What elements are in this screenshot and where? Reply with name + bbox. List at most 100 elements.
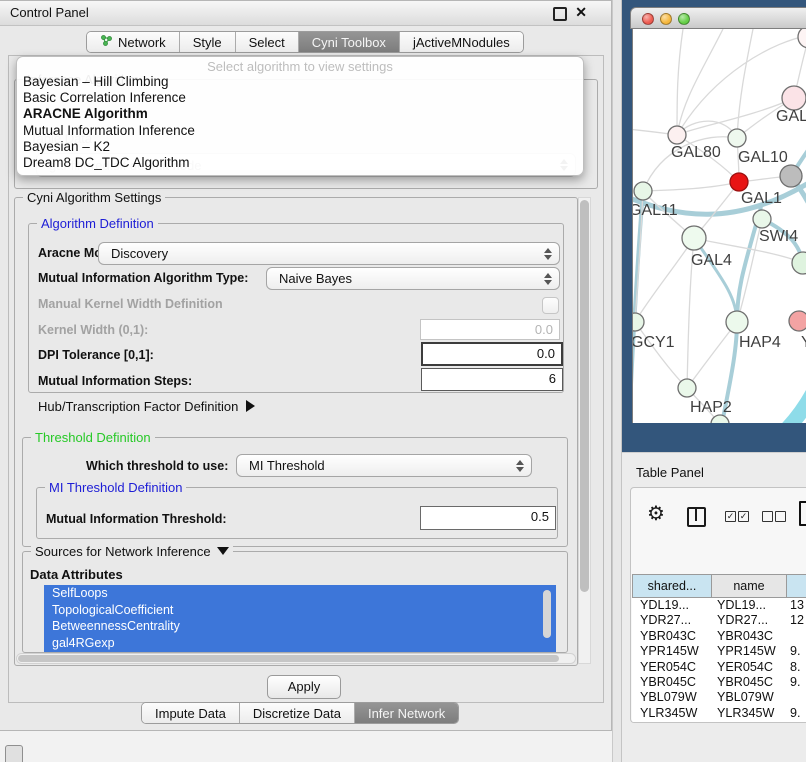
close-panel-icon[interactable]: ✕ (575, 4, 587, 21)
network-node-gal4[interactable] (682, 226, 706, 250)
table-cell[interactable]: YPR145W (632, 644, 712, 659)
network-canvas[interactable]: GALGAL80GAL10GAL1GAL11SWI4GAL4GCY1HAP4YH… (632, 29, 806, 423)
network-node[interactable] (792, 252, 806, 274)
network-node-gal11[interactable] (634, 182, 652, 200)
table-row[interactable]: YDR27...YDR27...12 (632, 613, 806, 628)
network-node-swi4[interactable] (753, 210, 771, 228)
column-header-2[interactable] (787, 574, 806, 598)
tab-style[interactable]: Style (180, 32, 236, 52)
table-row[interactable]: YLR345WYLR345W9. (632, 706, 806, 721)
network-graph[interactable]: GALGAL80GAL10GAL1GAL11SWI4GAL4GCY1HAP4YH… (633, 29, 806, 423)
algorithm-option-dream8-dc-tdc-algorithm[interactable]: Dream8 DC_TDC Algorithm (17, 155, 583, 171)
table-cell[interactable]: 9. (787, 644, 806, 659)
float-panel-icon[interactable] (553, 7, 567, 21)
table-cell[interactable] (787, 629, 806, 644)
network-node-gal1[interactable] (730, 173, 748, 191)
deselect-all-checkboxes-icon[interactable] (762, 511, 773, 522)
mi-threshold-field[interactable]: 0.5 (420, 506, 556, 530)
mi-steps-field[interactable]: 6 (421, 368, 563, 391)
table-cell[interactable]: YDL19... (712, 598, 787, 613)
dpi-tolerance-field[interactable]: 0.0 (421, 342, 563, 366)
table-cell[interactable]: 8. (787, 660, 806, 675)
algorithm-option-bayesian-k2[interactable]: Bayesian – K2 (17, 139, 583, 155)
settings-gear-icon[interactable]: ⚙ (647, 504, 665, 524)
table-cell[interactable]: YBR045C (632, 675, 712, 690)
attribute-item-selfloops[interactable]: SelfLoops (44, 585, 556, 602)
network-node[interactable] (780, 165, 802, 187)
network-node-gal10[interactable] (728, 129, 746, 147)
mi-algorithm-type-combo[interactable]: Naive Bayes (266, 267, 560, 290)
tab-infer-network[interactable]: Infer Network (355, 703, 458, 723)
column-header-shared[interactable]: shared... (632, 574, 712, 598)
scrollbar-thumb[interactable] (18, 655, 559, 662)
hub-definition-toggle[interactable]: Hub/Transcription Factor Definition (38, 399, 255, 414)
network-edge[interactable] (677, 29, 723, 135)
tab-jactivemnodules[interactable]: jActiveMNodules (400, 32, 523, 52)
table-row[interactable]: YDL19...YDL19...13 (632, 598, 806, 613)
aracne-mode-combo[interactable]: Discovery (98, 242, 560, 265)
table-row[interactable]: YER054CYER054C8. (632, 660, 806, 675)
network-window-titlebar[interactable] (630, 7, 806, 29)
tab-select[interactable]: Select (236, 32, 299, 52)
column-selector-icon[interactable] (687, 507, 706, 527)
tab-impute-data[interactable]: Impute Data (142, 703, 240, 723)
table-cell[interactable]: 13 (787, 598, 806, 613)
table-row[interactable]: YPR145WYPR145W9. (632, 644, 806, 659)
network-edge[interactable] (783, 381, 806, 423)
attribute-item-topologicalcoefficient[interactable]: TopologicalCoefficient (44, 602, 556, 619)
scrollbar-thumb[interactable] (580, 200, 589, 592)
table-cell[interactable]: YIL052C (632, 721, 712, 723)
export-table-icon[interactable] (799, 501, 806, 526)
table-cell[interactable]: YPR145W (712, 644, 787, 659)
table-cell[interactable]: YLR345W (712, 706, 787, 721)
table-cell[interactable]: 9. (787, 675, 806, 690)
settings-horizontal-scrollbar[interactable] (16, 653, 576, 664)
tab-cyni-toolbox[interactable]: Cyni Toolbox (299, 32, 400, 52)
select-all-checkboxes-icon[interactable]: ✓ (725, 511, 736, 522)
network-node-gal80[interactable] (668, 126, 686, 144)
network-node-hap4[interactable] (726, 311, 748, 333)
tab-network[interactable]: Network (87, 32, 180, 52)
network-node-gcy1[interactable] (633, 313, 644, 331)
table-cell[interactable]: YER054C (632, 660, 712, 675)
data-attributes-list[interactable]: SelfLoopsTopologicalCoefficientBetweenne… (44, 585, 556, 652)
attributes-scrollbar[interactable] (543, 590, 551, 638)
attribute-item-gal4rgexp[interactable]: gal4RGexp (44, 635, 556, 652)
algorithm-option-aracne-algorithm[interactable]: ARACNE Algorithm (17, 106, 583, 122)
table-cell[interactable]: 12 (787, 613, 806, 628)
table-cell[interactable]: YDL19... (632, 598, 712, 613)
table-cell[interactable]: YDR27... (712, 613, 787, 628)
apply-button[interactable]: Apply (267, 675, 341, 699)
tab-discretize-data[interactable]: Discretize Data (240, 703, 355, 723)
algorithm-option-bayesian-hill-climbing[interactable]: Bayesian – Hill Climbing (17, 74, 583, 90)
table-cell[interactable]: YBR043C (632, 629, 712, 644)
network-edge[interactable] (635, 322, 687, 388)
column-header-name[interactable]: name (712, 574, 787, 598)
panel-divider[interactable] (612, 0, 622, 762)
sources-toggle[interactable]: Sources for Network Inference (31, 544, 233, 559)
network-node[interactable] (798, 29, 806, 48)
network-edge[interactable] (643, 182, 739, 191)
settings-vertical-scrollbar[interactable] (578, 197, 591, 664)
network-edge[interactable] (694, 238, 737, 322)
deselect-all-checkboxes-icon[interactable] (775, 511, 786, 522)
table-cell[interactable]: YBR045C (712, 675, 787, 690)
table-cell[interactable] (787, 690, 806, 705)
window-zoom-light[interactable] (678, 13, 690, 25)
table-cell[interactable]: YDR27... (632, 613, 712, 628)
table-cell[interactable]: YER054C (712, 660, 787, 675)
table-row[interactable]: YBR043CYBR043C (632, 629, 806, 644)
window-minimize-light[interactable] (660, 13, 672, 25)
network-node-y[interactable] (789, 311, 806, 331)
table-cell[interactable]: YLR345W (632, 706, 712, 721)
window-close-light[interactable] (642, 13, 654, 25)
table-cell[interactable]: 9 (787, 721, 806, 723)
table-row[interactable]: YBL079WYBL079W (632, 690, 806, 705)
table-row[interactable]: YBR045CYBR045C9. (632, 675, 806, 690)
algorithm-option-mutual-information-inference[interactable]: Mutual Information Inference (17, 123, 583, 139)
network-edge[interactable] (737, 29, 753, 138)
network-node-gal[interactable] (782, 86, 806, 110)
which-threshold-combo[interactable]: MI Threshold (236, 454, 532, 477)
network-edge[interactable] (635, 238, 694, 322)
table-row[interactable]: YIL052CYIL052C9 (632, 721, 806, 723)
